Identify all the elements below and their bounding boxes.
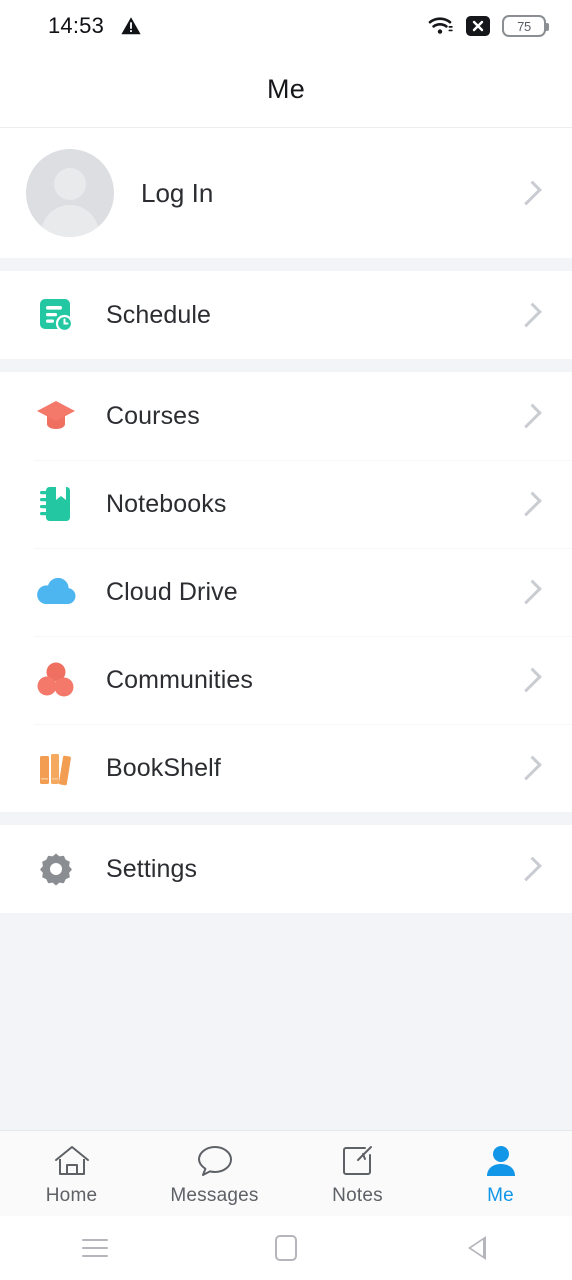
battery-indicator: 75 — [502, 15, 549, 37]
status-clock: 14:53 — [48, 13, 105, 38]
person-icon — [484, 1142, 518, 1180]
battery-level: 75 — [517, 18, 531, 34]
content-area: Log In Schedule Courses Notebooks Cloud … — [0, 128, 572, 1130]
row-settings[interactable]: Settings — [0, 825, 572, 913]
row-label-bookshelf: BookShelf — [106, 753, 221, 782]
cloud-drive-icon — [34, 570, 78, 614]
tab-messages[interactable]: Messages — [143, 1131, 286, 1216]
tab-label-home: Home — [45, 1185, 98, 1206]
row-schedule[interactable]: Schedule — [0, 271, 572, 359]
menu-icon — [82, 1239, 109, 1257]
gear-icon — [34, 847, 78, 891]
warning-triangle-icon — [121, 17, 141, 35]
bottom-tab-bar: Home Messages Notes Me — [0, 1130, 572, 1216]
tab-label-me: Me — [487, 1185, 514, 1206]
courses-icon — [34, 394, 78, 438]
phone-screen: 14:53 75 Me Log In Schedule Courses Note… — [0, 0, 572, 1280]
row-label-cloud-drive: Cloud Drive — [106, 577, 238, 606]
tab-notes[interactable]: Notes — [286, 1131, 429, 1216]
row-cloud-drive[interactable]: Cloud Drive — [0, 548, 572, 636]
login-row[interactable]: Log In — [0, 128, 572, 258]
row-communities[interactable]: Communities — [0, 636, 572, 724]
row-notebooks[interactable]: Notebooks — [0, 460, 572, 548]
tab-label-notes: Notes — [332, 1185, 383, 1206]
x-badge-icon — [466, 16, 490, 36]
main-group: Courses Notebooks Cloud Drive Communitie… — [0, 372, 572, 812]
tab-label-messages: Messages — [170, 1185, 259, 1206]
status-bar-right: 75 — [428, 15, 549, 37]
page-title: Me — [267, 74, 305, 104]
tab-me[interactable]: Me — [429, 1131, 572, 1216]
login-label: Log In — [141, 177, 214, 208]
nav-home-button[interactable] — [191, 1216, 382, 1280]
status-bar: 14:53 75 — [0, 0, 572, 52]
communities-icon — [34, 658, 78, 702]
wifi-icon — [428, 17, 453, 34]
schedule-icon — [34, 293, 78, 337]
row-label-settings: Settings — [106, 854, 198, 883]
note-edit-icon — [341, 1142, 375, 1180]
schedule-group: Schedule — [0, 271, 572, 359]
title-bar: Me — [0, 52, 572, 128]
row-bookshelf[interactable]: BookShelf — [0, 724, 572, 812]
android-nav-bar — [0, 1216, 572, 1280]
section-gap — [0, 359, 572, 372]
notebooks-icon — [34, 482, 78, 526]
nav-back-button[interactable] — [381, 1216, 572, 1280]
row-label-schedule: Schedule — [106, 300, 212, 329]
home-icon — [53, 1142, 91, 1180]
tab-home[interactable]: Home — [0, 1131, 143, 1216]
status-bar-left: 14:53 — [48, 13, 142, 39]
square-icon — [275, 1235, 297, 1261]
bookshelf-icon — [34, 746, 78, 790]
row-label-notebooks: Notebooks — [106, 489, 227, 518]
row-label-communities: Communities — [106, 665, 253, 694]
section-gap — [0, 258, 572, 271]
row-label-courses: Courses — [106, 401, 200, 430]
settings-group: Settings — [0, 825, 572, 913]
nav-recents-button[interactable] — [0, 1216, 191, 1280]
message-bubble-icon — [197, 1142, 233, 1180]
section-gap — [0, 812, 572, 825]
row-courses[interactable]: Courses — [0, 372, 572, 460]
default-avatar-icon — [26, 149, 114, 237]
profile-group: Log In — [0, 128, 572, 258]
back-triangle-icon — [467, 1236, 486, 1260]
